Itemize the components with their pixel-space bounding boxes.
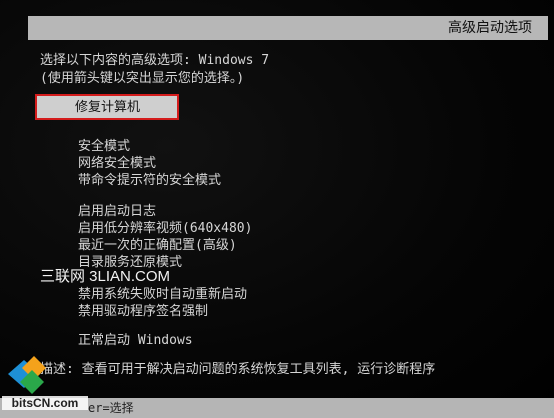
prompt-hint-line: (使用箭头键以突出显示您的选择。): [40, 71, 245, 86]
option-start-normally[interactable]: 正常启动 Windows: [78, 329, 193, 348]
option-disable-driver-signature[interactable]: 禁用驱动程序签名强制: [78, 300, 208, 319]
logo-icon: [8, 356, 46, 394]
prompt-line: 选择以下内容的高级选项: Windows 7: [40, 53, 270, 68]
screen-title: 高级启动选项: [28, 16, 548, 40]
boot-screen: 高级启动选项 选择以下内容的高级选项: Windows 7 (使用箭头键以突出显…: [0, 0, 554, 418]
option-safe-mode-command-prompt[interactable]: 带命令提示符的安全模式: [78, 169, 221, 188]
description-text: 描述: 查看可用于解决启动问题的系统恢复工具列表, 运行诊断程序: [40, 362, 436, 377]
watermark-text: 三联网 3LIAN.COM: [40, 268, 171, 285]
site-logo: bitsCN.com: [2, 352, 88, 416]
logo-text: bitsCN.com: [2, 396, 88, 410]
option-repair-computer[interactable]: 修复计算机: [75, 96, 140, 115]
